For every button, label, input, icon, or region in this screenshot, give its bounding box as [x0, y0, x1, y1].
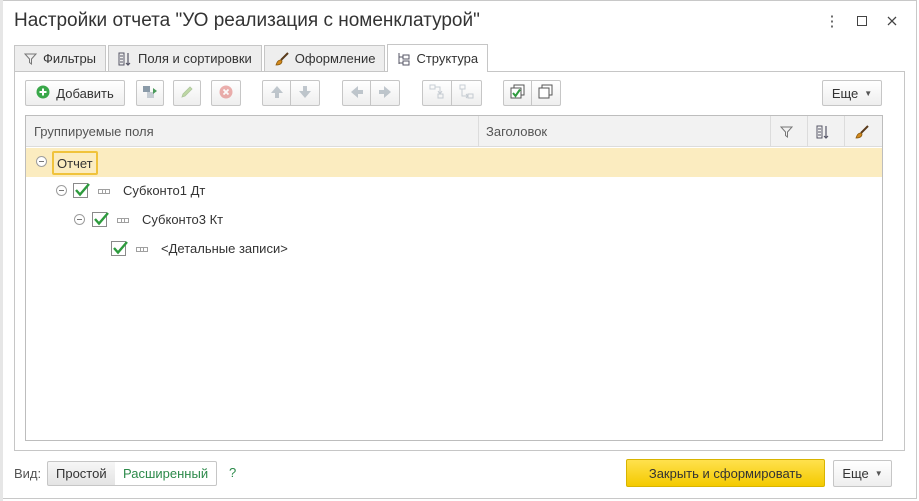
uncheck-all-icon [538, 84, 554, 103]
table-row[interactable]: Субконто3 Кт [26, 206, 882, 235]
tab-structure[interactable]: Структура [387, 44, 489, 72]
delete-button[interactable] [211, 80, 241, 106]
help-link[interactable]: ? [229, 465, 236, 480]
move-up-button[interactable] [262, 80, 291, 106]
tab-label: Фильтры [43, 51, 97, 66]
ungroup-icon [459, 84, 475, 103]
field-icon [117, 218, 129, 223]
add-label: Добавить [56, 85, 114, 101]
table-row[interactable]: Субконто1 Дт [26, 177, 882, 206]
grid-header: Группируемые поля Заголовок [26, 116, 882, 147]
window-left-edge [0, 0, 3, 501]
table-row[interactable]: <Детальные записи> [26, 235, 882, 264]
tab-bar: Фильтры Поля и сортировки Оформление Стр… [14, 44, 490, 72]
pencil-icon [180, 85, 194, 102]
edit-button[interactable] [173, 80, 201, 106]
level-up-button[interactable] [342, 80, 371, 106]
row-checkbox[interactable] [111, 241, 128, 256]
arrow-right-icon [378, 85, 392, 102]
plus-icon [36, 85, 50, 102]
more-label: Еще [842, 466, 869, 481]
delete-icon [219, 85, 233, 102]
structure-grid: Группируемые поля Заголовок Отчет Субкон… [25, 115, 883, 441]
collapse-icon[interactable] [36, 156, 47, 167]
field-icon [136, 247, 148, 252]
view-extended-button[interactable]: Расширенный [115, 461, 218, 486]
add-button[interactable]: Добавить [25, 80, 125, 106]
tab-appearance[interactable]: Оформление [263, 45, 386, 71]
column-separator [770, 116, 771, 147]
uncheck-all-button[interactable] [532, 80, 561, 106]
column-separator [807, 116, 808, 147]
move-to-group-button[interactable] [136, 80, 164, 106]
row-checkbox[interactable] [73, 183, 90, 198]
maximize-icon[interactable] [852, 10, 872, 32]
filter-icon [24, 52, 37, 65]
view-mode-label: Вид: [14, 466, 42, 481]
tab-label: Оформление [294, 51, 376, 66]
collapse-icon[interactable] [74, 214, 85, 225]
column-filter-icon[interactable] [780, 116, 793, 147]
tab-fields-sorting[interactable]: Поля и сортировки [108, 45, 262, 71]
table-row-report[interactable]: Отчет [26, 148, 882, 177]
tab-filters[interactable]: Фильтры [14, 45, 107, 71]
row-label: Субконто1 Дт [123, 183, 206, 198]
collapse-icon[interactable] [56, 185, 67, 196]
chevron-down-icon: ▼ [874, 469, 883, 478]
level-down-button[interactable] [371, 80, 400, 106]
more-label: Еще [831, 85, 859, 101]
more-menu-icon[interactable]: ⋮ [822, 10, 842, 32]
tab-label: Поля и сортировки [138, 51, 252, 66]
view-simple-button[interactable]: Простой [47, 461, 116, 486]
column-header-fields[interactable]: Группируемые поля [34, 116, 154, 147]
group-move-icon [142, 85, 158, 102]
arrow-down-icon [298, 85, 312, 102]
column-appearance-icon[interactable] [854, 116, 869, 147]
row-label: <Детальные записи> [161, 241, 288, 256]
move-down-button[interactable] [291, 80, 320, 106]
check-all-icon [510, 84, 526, 103]
tab-label: Структура [416, 51, 479, 66]
toolbar-more-button[interactable]: Еще ▼ [822, 80, 882, 106]
group-button[interactable] [422, 80, 452, 106]
structure-icon [397, 52, 410, 66]
window-title: Настройки отчета "УО реализация с номенк… [14, 10, 480, 31]
field-icon [98, 189, 110, 194]
report-cell[interactable]: Отчет [52, 151, 98, 175]
row-label: Субконто3 Кт [142, 212, 224, 227]
row-label: Отчет [57, 155, 93, 171]
group-icon [429, 84, 445, 103]
row-checkbox[interactable] [92, 212, 109, 227]
close-icon[interactable] [882, 10, 902, 32]
arrow-left-icon [350, 85, 364, 102]
column-separator [844, 116, 845, 147]
chevron-down-icon: ▼ [864, 88, 873, 98]
footer-more-button[interactable]: Еще ▼ [833, 460, 892, 487]
ungroup-button[interactable] [452, 80, 482, 106]
arrow-up-icon [270, 85, 284, 102]
sort-fields-icon [118, 52, 132, 66]
close-and-generate-button[interactable]: Закрыть и сформировать [626, 459, 825, 487]
check-all-button[interactable] [503, 80, 532, 106]
column-header-title[interactable]: Заголовок [486, 116, 547, 147]
brush-icon [274, 51, 289, 66]
column-sort-icon[interactable] [816, 116, 830, 147]
column-separator [478, 116, 479, 147]
